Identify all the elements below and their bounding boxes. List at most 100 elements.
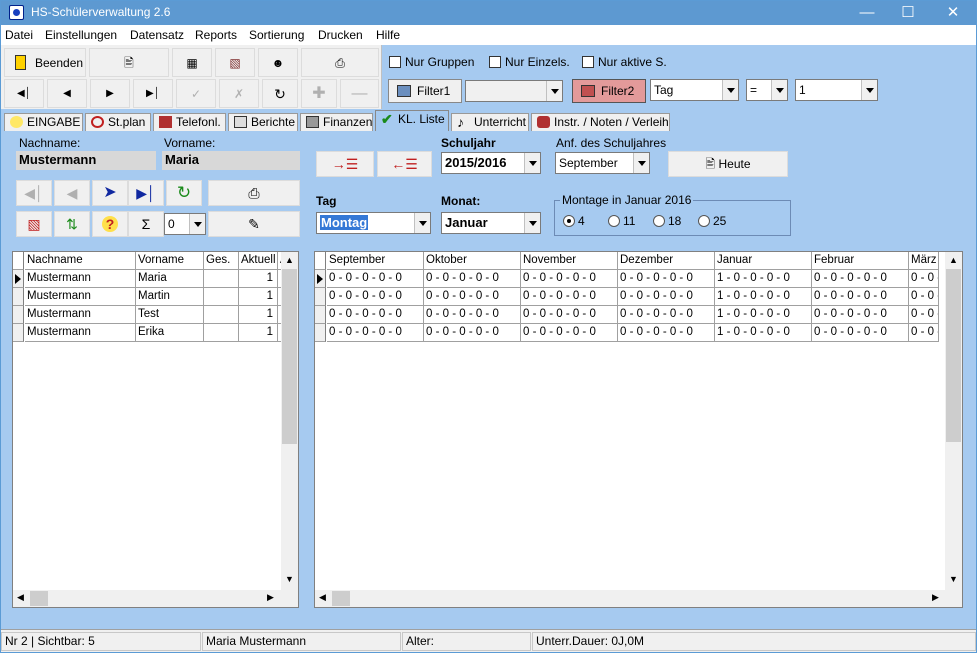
table-cell[interactable]: 1 - 0 - 0 - 0 - 0 <box>715 270 812 288</box>
table-cell[interactable]: 0 - 0 - 0 - 0 - 0 <box>424 288 521 306</box>
column-header[interactable]: Dezember <box>618 252 715 270</box>
menu-hilfe[interactable]: Hilfe <box>376 28 400 42</box>
table-cell[interactable]: 0 - 0 - 0 - 0 - 0 <box>521 270 618 288</box>
tab-kl-liste[interactable]: ✔ KL. Liste <box>375 110 449 131</box>
first-student-button[interactable]: ◀│ <box>16 180 52 206</box>
count-select[interactable]: 0 <box>164 213 206 235</box>
table-cell[interactable] <box>204 306 239 324</box>
next-record-button[interactable]: ▶ <box>90 79 130 108</box>
row-indicator[interactable] <box>315 270 326 288</box>
scroll-thumb[interactable] <box>30 591 48 606</box>
table-cell[interactable]: Martin <box>136 288 204 306</box>
row-indicator[interactable] <box>315 324 326 342</box>
attendance-vscrollbar[interactable]: ▲ ▼ <box>945 252 962 590</box>
nur-einzels-checkbox[interactable]: Nur Einzels. <box>489 55 570 69</box>
menu-datei[interactable]: Datei <box>5 28 33 42</box>
table-cell[interactable]: Erika <box>136 324 204 342</box>
tab-unterricht[interactable]: ♪ Unterricht <box>451 113 529 131</box>
col-aktuell[interactable]: Aktuell <box>239 252 278 270</box>
table-cell[interactable]: 0 - 0 - 0 <box>909 306 939 324</box>
minimize-button[interactable]: — <box>844 1 890 25</box>
remove-button[interactable]: — <box>340 79 379 108</box>
reload-button[interactable]: ↻ <box>166 180 202 206</box>
scroll-thumb[interactable] <box>282 269 297 444</box>
calendar-delete-button[interactable]: ▧ <box>16 211 52 237</box>
table-cell[interactable]: 1 - 0 - 0 - 0 - 0 <box>715 288 812 306</box>
column-header[interactable]: März <box>909 252 939 270</box>
scroll-down-icon[interactable]: ▼ <box>285 574 294 584</box>
table-cell[interactable]: 1 <box>239 324 278 342</box>
column-header[interactable]: November <box>521 252 618 270</box>
column-header[interactable]: Februar <box>812 252 909 270</box>
table-cell[interactable]: Mustermann <box>25 324 136 342</box>
scroll-left-icon[interactable]: ◀ <box>17 592 24 603</box>
table-cell[interactable]: 0 - 0 - 0 - 0 - 0 <box>812 270 909 288</box>
add-button[interactable]: ✚ <box>301 79 337 108</box>
row-indicator[interactable] <box>13 306 24 324</box>
scroll-up-icon[interactable]: ▲ <box>285 255 294 265</box>
tab-stplan[interactable]: St.plan <box>85 113 151 131</box>
table-cell[interactable]: 1 <box>239 306 278 324</box>
nur-aktive-checkbox[interactable]: Nur aktive S. <box>582 55 667 69</box>
montage-radio-4[interactable]: 4 <box>563 214 585 228</box>
table-cell[interactable]: 0 - 0 - 0 - 0 - 0 <box>521 306 618 324</box>
sum-button[interactable]: Σ <box>128 211 164 237</box>
row-indicator[interactable] <box>13 324 24 342</box>
col-vorname[interactable]: Vorname <box>136 252 204 270</box>
table-cell[interactable] <box>204 324 239 342</box>
table-cell[interactable]: Mustermann <box>25 306 136 324</box>
table-cell[interactable]: 0 - 0 - 0 - 0 - 0 <box>327 324 424 342</box>
filter1-button[interactable]: Filter1 <box>388 79 462 103</box>
table-cell[interactable]: 0 - 0 - 0 <box>909 270 939 288</box>
table-cell[interactable]: 0 - 0 - 0 - 0 - 0 <box>618 288 715 306</box>
tab-telefonl[interactable]: Telefonl. <box>153 113 226 131</box>
col-nachname[interactable]: Nachname <box>25 252 136 270</box>
table-cell[interactable] <box>204 288 239 306</box>
row-indicator[interactable] <box>13 288 24 306</box>
scroll-thumb[interactable] <box>946 269 961 442</box>
calendar-button[interactable]: ▧ <box>215 48 255 77</box>
students-vscrollbar[interactable]: ▲ ▼ <box>281 252 298 590</box>
column-header[interactable]: September <box>327 252 424 270</box>
table-cell[interactable]: 0 - 0 - 0 - 0 - 0 <box>327 288 424 306</box>
table-cell[interactable]: 1 <box>239 288 278 306</box>
table-cell[interactable]: Maria <box>136 270 204 288</box>
table-cell[interactable]: 0 - 0 - 0 - 0 - 0 <box>618 306 715 324</box>
beenden-button[interactable]: Beenden <box>4 48 86 77</box>
montage-radio-11[interactable]: 11 <box>608 214 635 228</box>
attendance-hscrollbar[interactable]: ◀ ▶ <box>315 590 962 607</box>
row-indicator[interactable] <box>315 306 326 324</box>
first-record-button[interactable]: ◀│ <box>4 79 44 108</box>
remove-from-list-button[interactable]: ←☰ <box>377 151 432 177</box>
nur-gruppen-checkbox[interactable]: Nur Gruppen <box>389 55 474 69</box>
montage-radio-18[interactable]: 18 <box>653 214 681 228</box>
row-indicator[interactable] <box>13 270 24 288</box>
tab-finanzen[interactable]: Finanzen <box>300 113 373 131</box>
next-student-button[interactable]: ➤ <box>92 180 128 206</box>
close-button[interactable]: ✕ <box>930 1 976 25</box>
table-cell[interactable]: 0 - 0 - 0 - 0 - 0 <box>327 270 424 288</box>
row-indicator[interactable] <box>315 288 326 306</box>
person-button[interactable]: ☻ <box>258 48 298 77</box>
table-cell[interactable]: 1 <box>239 270 278 288</box>
refresh-button[interactable]: ↻ <box>262 79 298 108</box>
edit-list-button[interactable]: ✎ <box>208 211 300 237</box>
table-cell[interactable]: 0 - 0 - 0 - 0 - 0 <box>812 324 909 342</box>
table-cell[interactable]: 0 - 0 - 0 - 0 - 0 <box>327 306 424 324</box>
tab-instr-noten-verleih[interactable]: Instr. / Noten / Verleih <box>531 113 670 131</box>
table-cell[interactable]: 0 - 0 - 0 - 0 - 0 <box>812 306 909 324</box>
column-header[interactable]: Oktober <box>424 252 521 270</box>
filter-field-select[interactable]: Tag <box>650 79 739 101</box>
prev-record-button[interactable]: ◀ <box>47 79 87 108</box>
table-cell[interactable]: 0 - 0 - 0 - 0 - 0 <box>618 324 715 342</box>
tab-berichte[interactable]: Berichte <box>228 113 298 131</box>
scroll-up-icon[interactable]: ▲ <box>949 255 958 265</box>
scroll-down-icon[interactable]: ▼ <box>949 574 958 584</box>
print-button[interactable]: ⎙ <box>301 48 379 77</box>
table-cell[interactable]: 1 - 0 - 0 - 0 - 0 <box>715 324 812 342</box>
menu-reports[interactable]: Reports <box>195 28 237 42</box>
filter-value-select[interactable]: 1 <box>795 79 878 101</box>
cancel-button[interactable]: ✗ <box>219 79 259 108</box>
table-cell[interactable]: 0 - 0 - 0 - 0 - 0 <box>424 306 521 324</box>
monat-select[interactable]: Januar <box>441 212 541 234</box>
